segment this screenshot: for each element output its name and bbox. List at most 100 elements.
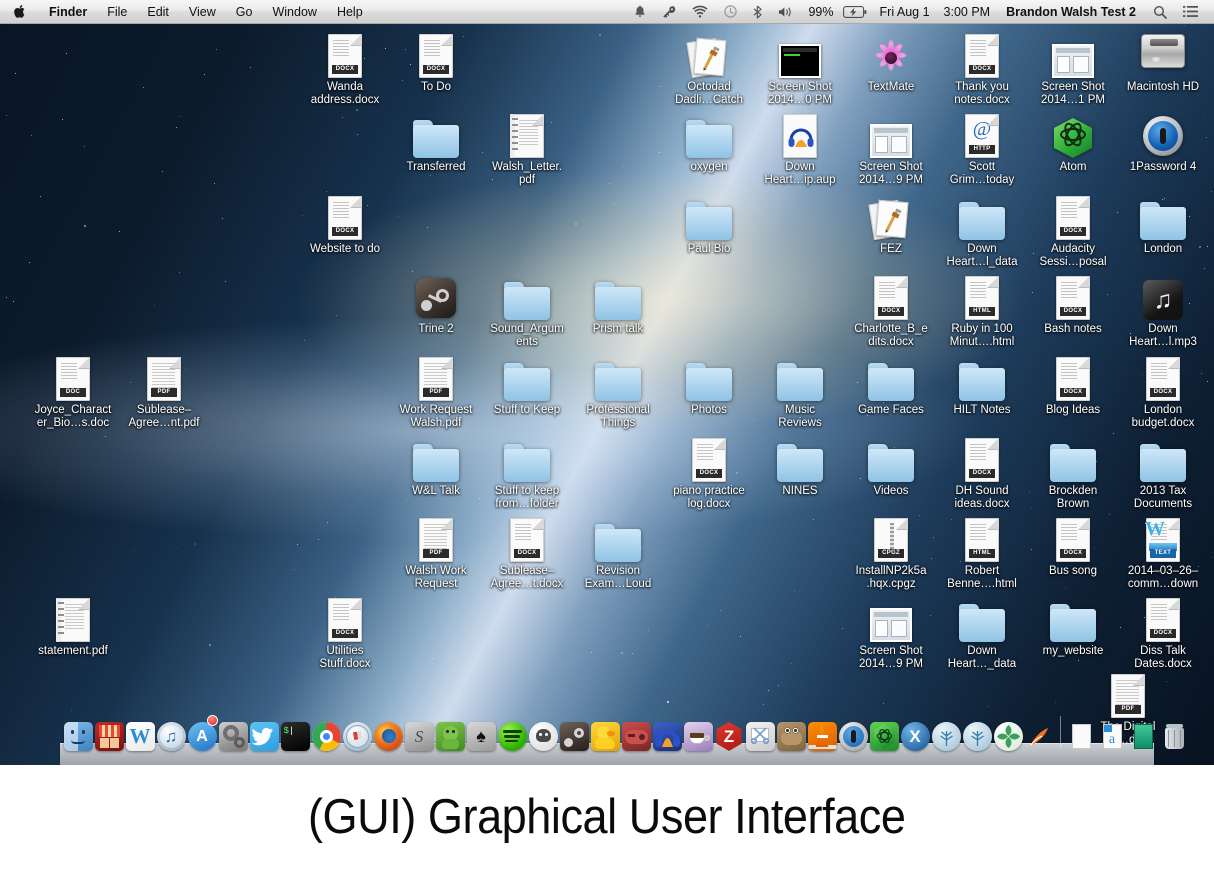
desktop-icon[interactable]: DOCX Website to do	[292, 190, 398, 256]
wordpdf-icon: W TEXT	[1110, 512, 1214, 562]
dock-item-audacity[interactable]	[652, 717, 682, 751]
desktop-icon-label: Utilities Stuff.docx	[319, 645, 371, 670]
desktop-icon[interactable]: ♫ Down Heart…l.mp3	[1110, 270, 1214, 349]
dock-item-google-chrome[interactable]	[311, 717, 341, 751]
battery-percent[interactable]: 99%	[801, 5, 840, 19]
dock-item-sublime-text[interactable]: S	[404, 717, 434, 751]
bell-icon[interactable]	[626, 0, 654, 24]
menu-item-finder[interactable]: Finder	[39, 1, 97, 23]
dock-item-coffee-app[interactable]	[683, 717, 713, 751]
folder-icon	[565, 512, 671, 562]
dock-item-flower-app[interactable]	[993, 717, 1023, 751]
dock-item-downloads-stack[interactable]: a	[1097, 717, 1127, 751]
key-icon[interactable]	[654, 0, 684, 24]
menu-bar-time: 3:00 PM	[943, 4, 991, 19]
notification-badge	[207, 715, 218, 726]
dock-item-spades-game[interactable]: ♠	[466, 717, 496, 751]
dock-item-safari[interactable]	[342, 717, 372, 751]
dock-item-image-capture[interactable]	[745, 717, 775, 751]
desktop-icon-label: Walsh_Letter. pdf	[492, 161, 562, 186]
dock-item-app-store[interactable]: A	[187, 715, 218, 751]
docx-icon: DOCX	[292, 592, 398, 642]
dock-item-firefox[interactable]	[373, 717, 403, 751]
dock-item-green-doc-stack[interactable]	[1128, 717, 1158, 751]
dock-item-steam[interactable]	[559, 717, 589, 751]
dock[interactable]: W ♫ A $| S ♠ Z Xa	[60, 710, 1184, 765]
wifi-icon[interactable]	[684, 0, 716, 24]
clock-icon[interactable]	[716, 0, 745, 24]
desktop-icon-label: London	[1143, 243, 1183, 255]
notification-center-icon[interactable]	[1175, 0, 1206, 24]
dock-item-finder[interactable]	[63, 717, 93, 751]
desktop-icon-label: statement.pdf	[38, 645, 108, 657]
dock-item-zen-coral[interactable]	[962, 717, 992, 751]
desktop-icon[interactable]: Revision Exam…Loud	[565, 512, 671, 591]
desktop-icon[interactable]: Stuff to keep from…folder	[474, 432, 580, 511]
desktop-icon[interactable]: DOCX Diss Talk Dates.docx	[1110, 592, 1214, 671]
desktop-icon[interactable]: W TEXT 2014–03–26– comm…down	[1110, 512, 1214, 591]
desktop-icon-label: To Do	[420, 81, 452, 93]
dock-item-1password[interactable]	[838, 717, 868, 751]
desktop-icon-label: Macintosh HD	[1126, 81, 1200, 93]
desktop-icon[interactable]: Walsh_Letter. pdf	[474, 108, 580, 187]
folder-icon	[1110, 190, 1214, 240]
dock-item-atom[interactable]	[869, 717, 899, 751]
dock-item-terminal[interactable]: $|	[280, 717, 310, 751]
dock-item-twitter[interactable]	[249, 717, 279, 751]
folder-icon	[474, 432, 580, 482]
desktop-icon[interactable]: statement.pdf	[20, 592, 126, 658]
menu-item-go[interactable]: Go	[226, 1, 263, 23]
menu-item-edit[interactable]: Edit	[137, 1, 179, 23]
desktop-icon-label: 2013 Tax Documents	[1133, 485, 1193, 510]
dock-item-cyberduck[interactable]	[590, 717, 620, 751]
desktop-icon-label: Website to do	[309, 243, 381, 255]
desktop-icon[interactable]: PDF Sublease– Agree…nt.pdf	[111, 351, 217, 430]
apple-logo-icon[interactable]	[0, 4, 39, 19]
dock-item-system-preferences[interactable]	[218, 717, 248, 751]
menu-bar: Finder File Edit View Go Window Help 99%…	[0, 0, 1214, 24]
docx-icon: DOCX	[1110, 351, 1214, 401]
desktop-icon[interactable]: London	[1110, 190, 1214, 256]
dock-item-duck-app[interactable]	[435, 717, 465, 751]
dock-item-gimp[interactable]	[776, 717, 806, 751]
docx-icon: DOCX	[292, 190, 398, 240]
desktop-icon[interactable]: 1Password 4	[1110, 108, 1214, 174]
search-icon[interactable]	[1145, 0, 1175, 24]
desktop-icon-label: London budget.docx	[1131, 404, 1195, 429]
dock-item-documents-stack[interactable]	[1066, 717, 1096, 751]
desktop-icon[interactable]: DOCX London budget.docx	[1110, 351, 1214, 430]
desktop-icon[interactable]: DOCX Utilities Stuff.docx	[292, 592, 398, 671]
dock-item-spotify[interactable]	[497, 717, 527, 751]
desktop-icon[interactable]: 2013 Tax Documents	[1110, 432, 1214, 511]
menu-item-help[interactable]: Help	[327, 1, 373, 23]
dock-item-microsoft-word[interactable]: W	[125, 717, 155, 751]
dock-item-photo-booth[interactable]	[94, 717, 124, 751]
desktop-icon[interactable]: Paul Bio	[656, 190, 762, 256]
dock-item-pages[interactable]	[1024, 717, 1054, 751]
desktop-background[interactable]: DOCX Wanda address.docx DOCX To Do Octodad Dad…	[0, 0, 1214, 765]
menu-bar-username[interactable]: Brandon Walsh Test 2	[997, 5, 1145, 19]
menu-bar-left: Finder File Edit View Go Window Help	[0, 1, 373, 23]
dock-item-nodebox[interactable]	[931, 717, 961, 751]
slide-caption: (GUI) Graphical User Interface	[0, 765, 1214, 869]
mp3-icon: ♫	[1110, 270, 1214, 320]
caption-text: (GUI) Graphical User Interface	[308, 790, 906, 844]
menu-item-file[interactable]: File	[97, 1, 137, 23]
dock-item-github[interactable]	[528, 717, 558, 751]
dock-item-trash[interactable]	[1159, 717, 1189, 751]
dock-item-game-controller[interactable]	[621, 717, 651, 751]
volume-icon[interactable]	[770, 0, 801, 24]
bluetooth-icon[interactable]	[745, 0, 770, 24]
dock-item-xquartz[interactable]: X	[900, 717, 930, 751]
dock-item-zotero[interactable]: Z	[714, 717, 744, 751]
desktop-icon-label: Prism talk	[592, 323, 644, 335]
dock-item-vlc[interactable]	[807, 717, 837, 751]
menu-item-view[interactable]: View	[179, 1, 226, 23]
battery-charging-icon[interactable]	[841, 0, 873, 24]
dock-item-itunes[interactable]: ♫	[156, 717, 186, 751]
desktop-icon[interactable]: Prism talk	[565, 270, 671, 336]
onepassword-icon	[1110, 108, 1214, 158]
menu-item-window[interactable]: Window	[262, 1, 326, 23]
desktop-icon[interactable]: DOCX To Do	[383, 28, 489, 94]
desktop-icon[interactable]: Macintosh HD	[1110, 28, 1214, 94]
